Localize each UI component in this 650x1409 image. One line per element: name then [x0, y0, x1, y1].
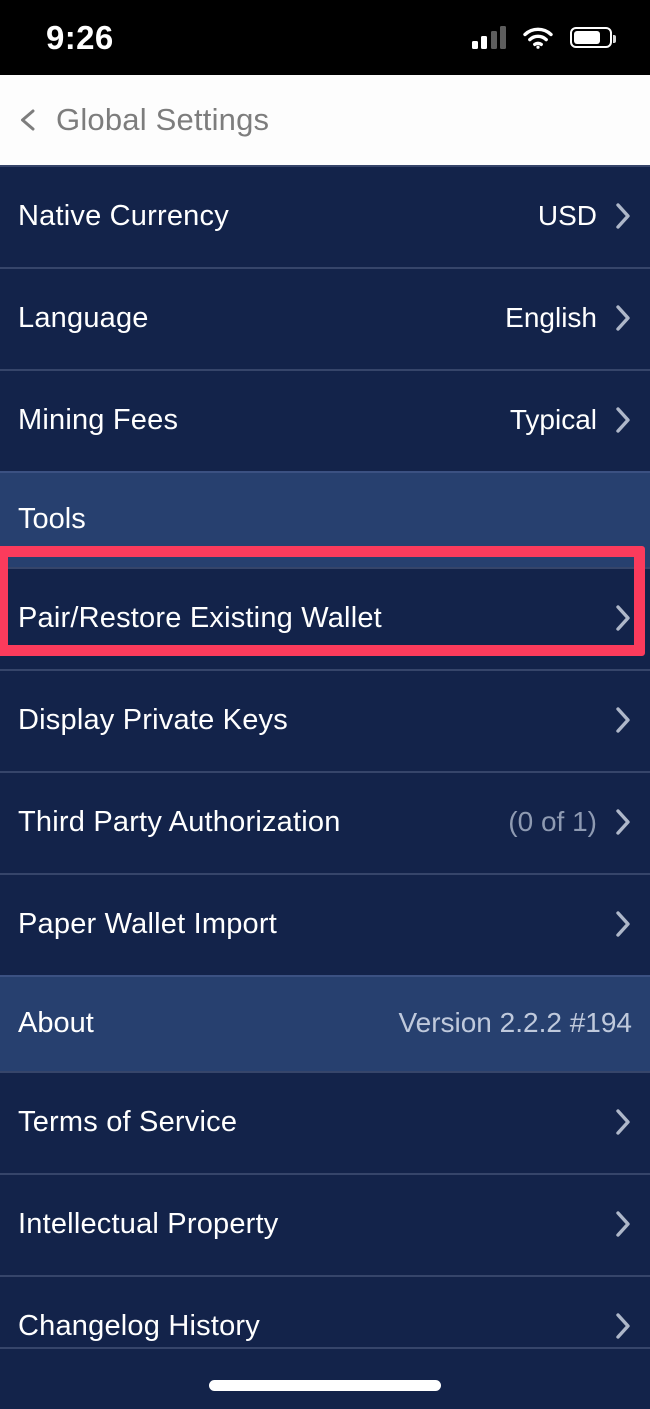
- row-value: (0 of 1): [508, 806, 597, 837]
- settings-row-mining-fees[interactable]: Mining Fees Typical: [0, 369, 650, 471]
- chevron-right-icon: [614, 705, 632, 735]
- phone-screen: 9:26 Global Settings Native Currency USD…: [0, 0, 650, 1409]
- section-header-tools: Tools: [0, 471, 650, 567]
- row-label: Mining Fees: [18, 403, 179, 436]
- settings-row-pair-restore-existing-wallet[interactable]: Pair/Restore Existing Wallet: [0, 567, 650, 669]
- chevron-right-icon: [614, 1107, 632, 1137]
- status-bar: 9:26: [0, 0, 650, 75]
- home-indicator-bar[interactable]: [209, 1380, 441, 1391]
- status-bar-clock: 9:26: [46, 18, 114, 56]
- settings-row-terms-of-service[interactable]: Terms of Service: [0, 1071, 650, 1173]
- row-value: USD: [537, 200, 597, 231]
- row-label: Paper Wallet Import: [18, 907, 277, 940]
- settings-row-paper-wallet-import[interactable]: Paper Wallet Import: [0, 873, 650, 975]
- row-right: [614, 1311, 632, 1341]
- settings-row-display-private-keys[interactable]: Display Private Keys: [0, 669, 650, 771]
- navigation-bar: Global Settings: [0, 75, 650, 165]
- row-value: English: [505, 302, 597, 333]
- row-label: Display Private Keys: [18, 703, 288, 736]
- chevron-left-icon[interactable]: [16, 107, 42, 133]
- chevron-right-icon: [614, 201, 632, 231]
- row-right: Typical: [510, 404, 632, 436]
- section-label: About: [18, 1006, 94, 1039]
- cellular-signal-icon: [471, 25, 506, 49]
- row-right: [614, 705, 632, 735]
- chevron-right-icon: [614, 807, 632, 837]
- home-indicator-area: [0, 1347, 650, 1409]
- section-header-about: About Version 2.2.2 #194: [0, 975, 650, 1071]
- chevron-right-icon: [614, 603, 632, 633]
- row-right: [614, 603, 632, 633]
- page-title[interactable]: Global Settings: [56, 102, 269, 138]
- app-version-text: Version 2.2.2 #194: [398, 1007, 632, 1038]
- row-right: [614, 1107, 632, 1137]
- battery-icon: [570, 27, 616, 48]
- row-right: [614, 1209, 632, 1239]
- row-label: Language: [18, 301, 149, 334]
- row-label: Third Party Authorization: [18, 805, 341, 838]
- row-label: Changelog History: [18, 1309, 260, 1342]
- settings-row-intellectual-property[interactable]: Intellectual Property: [0, 1173, 650, 1275]
- row-label: Native Currency: [18, 199, 229, 232]
- chevron-right-icon: [614, 1311, 632, 1341]
- row-label: Pair/Restore Existing Wallet: [18, 601, 382, 634]
- chevron-right-icon: [614, 909, 632, 939]
- settings-row-native-currency[interactable]: Native Currency USD: [0, 165, 650, 267]
- chevron-right-icon: [614, 1209, 632, 1239]
- row-label: Terms of Service: [18, 1105, 238, 1138]
- row-label: Intellectual Property: [18, 1207, 279, 1240]
- settings-row-third-party-authorization[interactable]: Third Party Authorization (0 of 1): [0, 771, 650, 873]
- section-label: Tools: [18, 502, 86, 535]
- row-right: (0 of 1): [508, 806, 632, 838]
- row-right: [614, 909, 632, 939]
- chevron-right-icon: [614, 303, 632, 333]
- settings-list: Native Currency USD Language English Min…: [0, 165, 650, 1377]
- status-bar-icons: [471, 25, 616, 49]
- row-value: Typical: [509, 404, 597, 435]
- wifi-icon: [523, 27, 553, 49]
- settings-row-language[interactable]: Language English: [0, 267, 650, 369]
- row-right: USD: [538, 200, 632, 232]
- chevron-right-icon: [614, 405, 632, 435]
- row-right: English: [505, 302, 632, 334]
